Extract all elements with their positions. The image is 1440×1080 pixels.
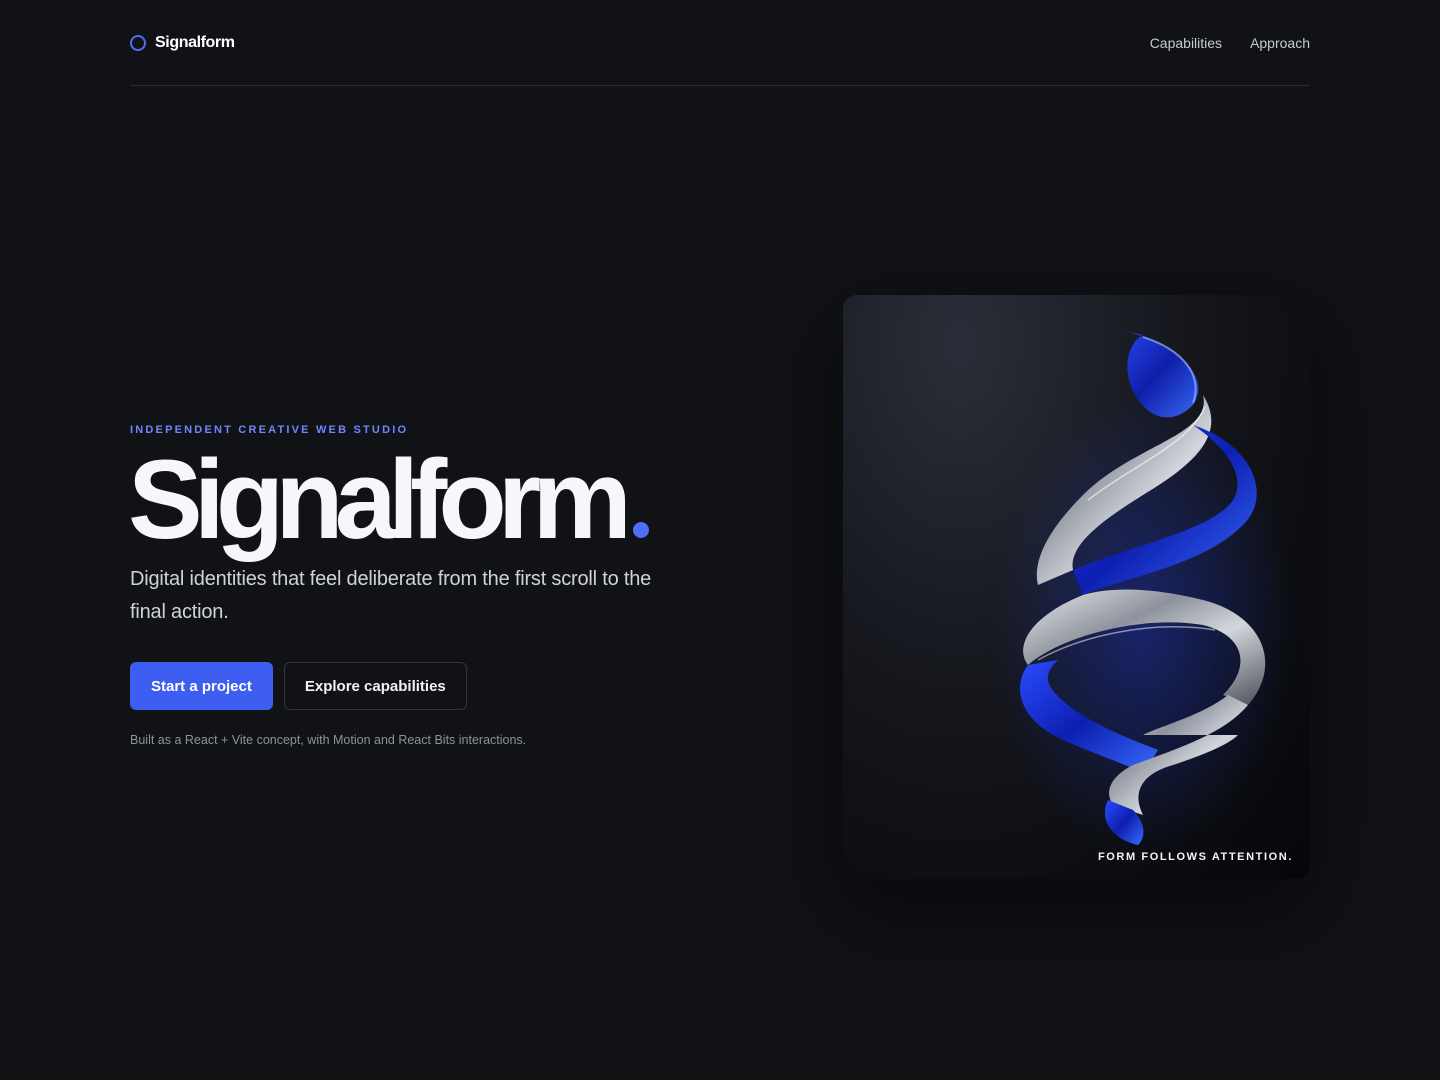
page: Signalform Capabilities Approach INDEPEN… (0, 0, 1440, 1080)
start-project-button[interactable]: Start a project (130, 662, 273, 710)
site-header: Signalform Capabilities Approach (130, 0, 1310, 86)
hero-subtitle: Digital identities that feel deliberate … (130, 568, 652, 623)
main-nav: Capabilities Approach (1150, 35, 1310, 51)
brand-name: Signalform (155, 33, 235, 51)
nav-link-capabilities[interactable]: Capabilities (1150, 35, 1222, 51)
explore-capabilities-button[interactable]: Explore capabilities (283, 662, 467, 710)
ring-logo-icon (130, 34, 146, 51)
hero-title: Signalform (128, 444, 649, 556)
hero-title-text: Signalform (128, 437, 632, 562)
card-caption: FORM FOLLOWS ATTENTION. (1097, 851, 1293, 863)
accent-dot (632, 522, 649, 538)
ribbon-sculpture-image (993, 330, 1293, 855)
nav-link-approach[interactable]: Approach (1250, 35, 1310, 51)
hero-visual-card: FORM FOLLOWS ATTENTION. (843, 295, 1310, 879)
hero-eyebrow: INDEPENDENT CREATIVE WEB STUDIO (130, 424, 409, 436)
brand-logo[interactable]: Signalform (130, 34, 235, 52)
hero-cta-group: Start a project Explore capabilities (130, 662, 467, 710)
hero-footnote: Built as a React + Vite concept, with Mo… (130, 733, 527, 747)
